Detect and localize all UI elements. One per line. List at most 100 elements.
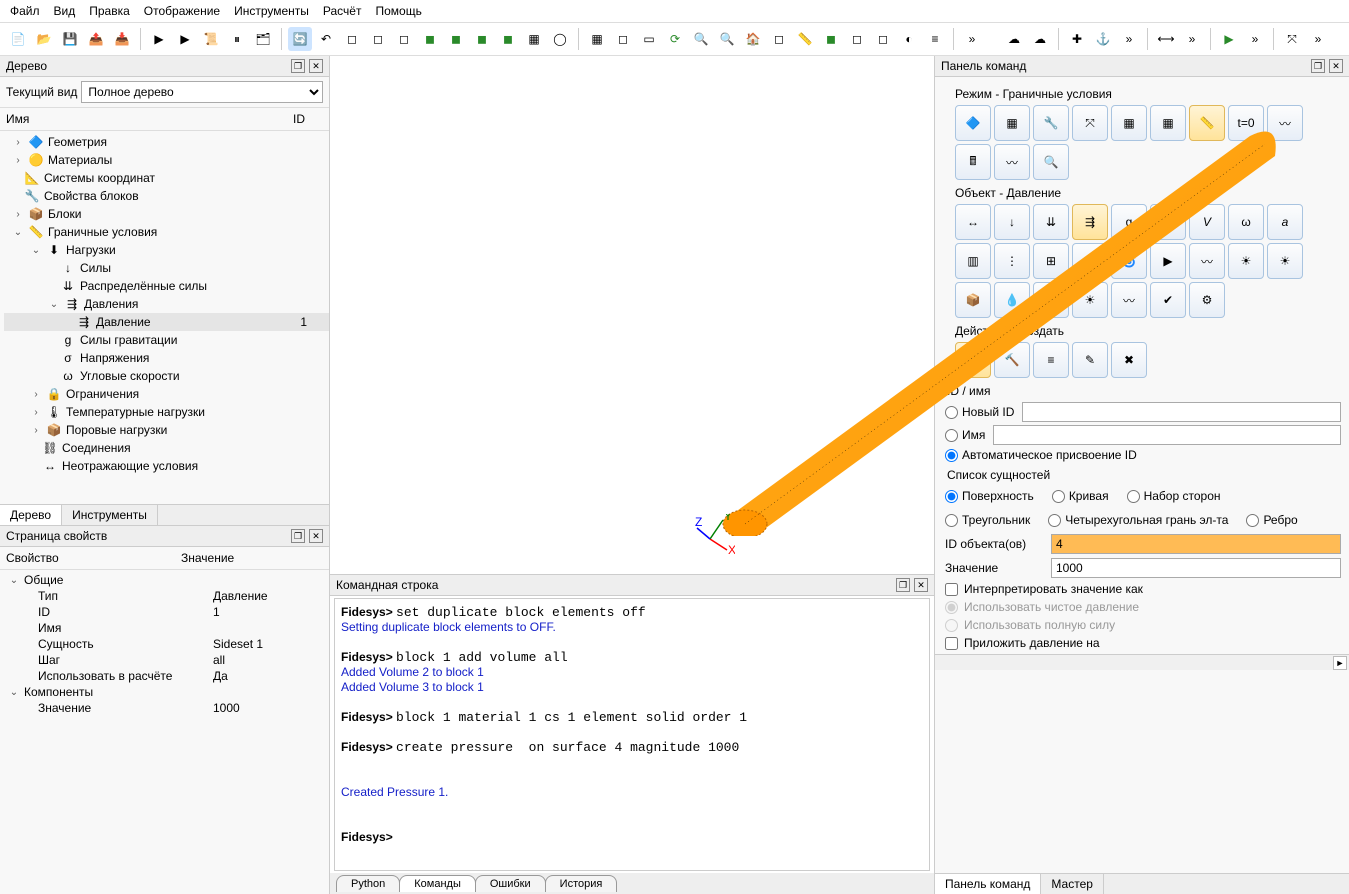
axes-icon[interactable]: ⤧ — [1280, 27, 1304, 51]
close-icon[interactable]: ✕ — [309, 59, 323, 73]
vol-icon[interactable]: ◼ — [819, 27, 843, 51]
vol3-icon[interactable]: ◻ — [871, 27, 895, 51]
box-icon[interactable]: ◻ — [611, 27, 635, 51]
export-icon[interactable]: 📤 — [84, 27, 108, 51]
anchor-icon[interactable]: ⚓ — [1091, 27, 1115, 51]
mesh-icon[interactable]: ▦ — [522, 27, 546, 51]
tree-pressures[interactable]: Давления — [84, 297, 138, 311]
menu-edit[interactable]: Правка — [89, 4, 130, 18]
zoom-in-icon[interactable]: 🔍 — [689, 27, 713, 51]
more5-icon[interactable]: » — [1306, 27, 1330, 51]
tree-loads[interactable]: Нагрузки — [66, 243, 116, 257]
ruler-icon[interactable]: 📏 — [793, 27, 817, 51]
cube1-icon[interactable]: ◻ — [340, 27, 364, 51]
more4-icon[interactable]: » — [1243, 27, 1267, 51]
close-icon[interactable]: ✕ — [914, 578, 928, 592]
undock-icon[interactable]: ❐ — [291, 529, 305, 543]
chk-apply-on[interactable] — [945, 637, 958, 650]
tab-cmd-panel[interactable]: Панель команд — [935, 874, 1041, 894]
open-icon[interactable]: 📂 — [32, 27, 56, 51]
current-view-select[interactable]: Полное дерево — [81, 81, 323, 103]
list-icon[interactable]: ≡ — [923, 27, 947, 51]
tab-history[interactable]: История — [545, 875, 618, 892]
plus-icon[interactable]: ✚ — [1065, 27, 1089, 51]
layers-icon[interactable]: 🗂 — [251, 27, 275, 51]
object-id-input[interactable] — [1051, 534, 1341, 554]
home-icon[interactable]: 🏠 — [741, 27, 765, 51]
tab-tools[interactable]: Инструменты — [62, 505, 158, 525]
cube5-icon[interactable]: ◼ — [444, 27, 468, 51]
cube2-icon[interactable]: ◻ — [366, 27, 390, 51]
tree-forces[interactable]: Силы — [80, 261, 111, 275]
cube4-icon[interactable]: ◼ — [418, 27, 442, 51]
grid-icon[interactable]: ▦ — [585, 27, 609, 51]
menu-tools[interactable]: Инструменты — [234, 4, 309, 18]
more3-icon[interactable]: » — [1180, 27, 1204, 51]
zoom-out-icon[interactable]: 🔍 — [715, 27, 739, 51]
tree-blocks[interactable]: Блоки — [48, 207, 82, 221]
cube3-icon[interactable]: ◻ — [392, 27, 416, 51]
shade-icon[interactable]: ◐ — [897, 27, 921, 51]
cube6-icon[interactable]: ◼ — [470, 27, 494, 51]
tab-wizard[interactable]: Мастер — [1041, 874, 1104, 894]
tab-commands[interactable]: Команды — [399, 875, 476, 892]
menu-view[interactable]: Вид — [54, 4, 76, 18]
tree-gravity[interactable]: Силы гравитации — [80, 333, 177, 347]
value-input[interactable] — [1051, 558, 1341, 578]
tree-pressure-1[interactable]: Давление — [96, 315, 151, 329]
close-icon[interactable]: ✕ — [309, 529, 323, 543]
sphere-icon[interactable]: ◯ — [548, 27, 572, 51]
tree-nonrefl[interactable]: Неотражающие условия — [62, 459, 198, 473]
viewport-3d[interactable]: X Y Z — [330, 56, 934, 574]
vol2-icon[interactable]: ◻ — [845, 27, 869, 51]
tree-dist-forces[interactable]: Распределённые силы — [80, 279, 207, 293]
tree-materials[interactable]: Материалы — [48, 153, 112, 167]
persp-icon[interactable]: ◻ — [767, 27, 791, 51]
link-icon[interactable]: ⟷ — [1154, 27, 1178, 51]
tab-tree[interactable]: Дерево — [0, 505, 62, 525]
tree-connections[interactable]: Соединения — [62, 441, 131, 455]
more2-icon[interactable]: » — [1117, 27, 1141, 51]
prop-group-components[interactable]: Компоненты — [24, 685, 93, 699]
more-icon[interactable]: » — [960, 27, 984, 51]
tree-stresses[interactable]: Напряжения — [80, 351, 149, 365]
tree-bc[interactable]: Граничные условия — [48, 225, 157, 239]
refresh-icon[interactable]: ⟳ — [663, 27, 687, 51]
tab-python[interactable]: Python — [336, 875, 400, 892]
tree-cs[interactable]: Системы координат — [44, 171, 155, 185]
cloud2-icon[interactable]: ☁ — [1028, 27, 1052, 51]
chk-interpret[interactable] — [945, 583, 958, 596]
close-icon[interactable]: ✕ — [1329, 59, 1343, 73]
undo-icon[interactable]: ↶ — [314, 27, 338, 51]
pause-icon[interactable]: ⏸ — [225, 27, 249, 51]
script-icon[interactable]: 📜 — [199, 27, 223, 51]
tree-geometry[interactable]: Геометрия — [48, 135, 107, 149]
tree-ang-vel[interactable]: Угловые скорости — [80, 369, 180, 383]
menu-help[interactable]: Помощь — [375, 4, 421, 18]
new-icon[interactable]: 📄 — [6, 27, 30, 51]
undock-icon[interactable]: ❐ — [291, 59, 305, 73]
undock-icon[interactable]: ❐ — [896, 578, 910, 592]
cube7-icon[interactable]: ◼ — [496, 27, 520, 51]
tree-constraints[interactable]: Ограничения — [66, 387, 139, 401]
menu-file[interactable]: Файл — [10, 4, 40, 18]
menu-display[interactable]: Отображение — [144, 4, 220, 18]
tree-block-props[interactable]: Свойства блоков — [44, 189, 139, 203]
tree-pore[interactable]: Поровые нагрузки — [66, 423, 167, 437]
play-icon[interactable]: ▶ — [1217, 27, 1241, 51]
prop-group-general[interactable]: Общие — [24, 573, 63, 587]
rotate-icon[interactable]: 🔄 — [288, 27, 312, 51]
select-icon[interactable]: ▭ — [637, 27, 661, 51]
tree-body[interactable]: ›🔷Геометрия ›🟡Материалы 📐Системы координ… — [0, 131, 329, 504]
save-icon[interactable]: 💾 — [58, 27, 82, 51]
h-scrollbar[interactable]: ◄► — [935, 654, 1349, 670]
run-icon[interactable]: ▶ — [147, 27, 171, 51]
run2-icon[interactable]: ▶ — [173, 27, 197, 51]
menu-calc[interactable]: Расчёт — [323, 4, 362, 18]
tree-thermal[interactable]: Температурные нагрузки — [66, 405, 205, 419]
cloud-icon[interactable]: ☁ — [1002, 27, 1026, 51]
import-icon[interactable]: 📥 — [110, 27, 134, 51]
tab-errors[interactable]: Ошибки — [475, 875, 546, 892]
command-output[interactable]: Fidesys> set duplicate block elements of… — [334, 598, 930, 871]
undock-icon[interactable]: ❐ — [1311, 59, 1325, 73]
